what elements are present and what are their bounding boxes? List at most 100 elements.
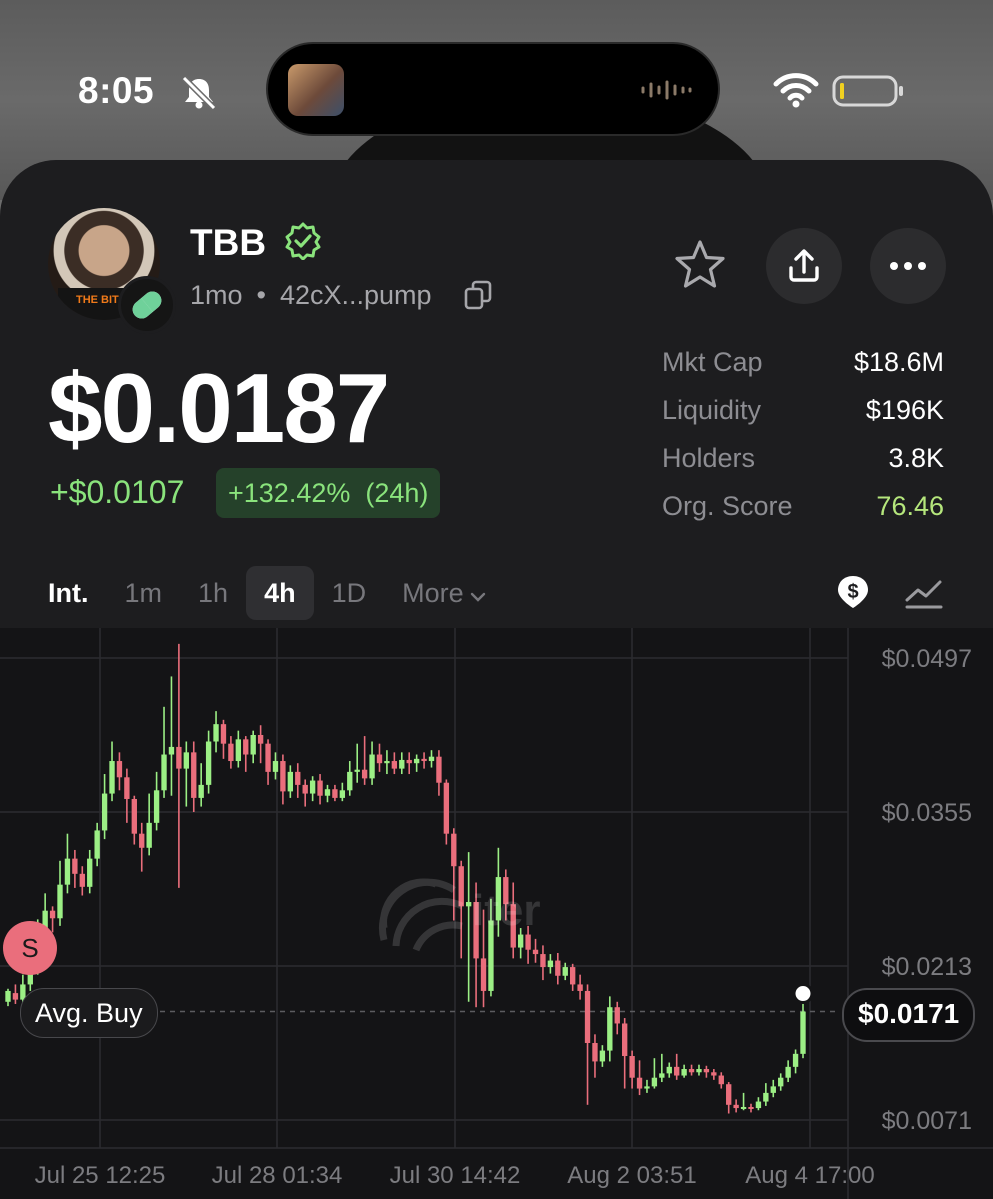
- share-button[interactable]: [766, 228, 842, 304]
- candle-body: [161, 754, 167, 791]
- timeframe-tabs: Int. 1m 1h 4h 1D More: [30, 566, 504, 620]
- stat-label: Mkt Cap: [662, 347, 763, 377]
- candle-body: [87, 858, 93, 887]
- candle-body: [413, 758, 420, 764]
- candle-body: [101, 793, 108, 831]
- candle-body: [72, 858, 78, 874]
- stat-market-cap: Mkt Cap $18.6M: [662, 340, 944, 388]
- candle-body: [139, 833, 145, 848]
- x-tick-label: Jul 30 14:42: [390, 1162, 521, 1189]
- candle-body: [740, 1106, 747, 1109]
- candle-body: [443, 782, 450, 834]
- token-name: TBB: [190, 222, 267, 263]
- candle-body: [235, 739, 242, 762]
- y-tick-label: $0.0355: [882, 799, 972, 827]
- avg-buy-label: Avg. Buy: [20, 988, 158, 1038]
- candle-body: [406, 759, 412, 764]
- tab-more[interactable]: More: [384, 566, 504, 620]
- candle-body: [131, 798, 137, 834]
- price-change-percent: +132.42%: [228, 478, 351, 508]
- candle-body: [243, 739, 249, 755]
- candle-body: [688, 1069, 695, 1073]
- candle-body: [792, 1053, 799, 1067]
- verified-icon: [285, 222, 321, 260]
- dollar-icon[interactable]: $: [836, 575, 870, 609]
- candle-body: [265, 743, 271, 772]
- last-price-dot: [792, 983, 814, 1005]
- price-change-period: (24h): [365, 478, 429, 508]
- stat-value: $196K: [865, 395, 944, 425]
- share-icon: [789, 249, 819, 282]
- candle-body: [733, 1104, 739, 1109]
- candle-body: [124, 777, 130, 799]
- pill-launchpad-badge: [118, 276, 176, 334]
- watermark-text: iter: [472, 886, 541, 935]
- candle-body: [569, 967, 576, 985]
- stat-value: 3.8K: [888, 443, 944, 473]
- candle-body: [153, 790, 160, 823]
- copy-icon[interactable]: [464, 280, 492, 310]
- dynamic-island[interactable]: [268, 44, 718, 134]
- token-meta: 1mo • 42cX...pump: [190, 280, 432, 310]
- candle-body: [614, 1007, 620, 1024]
- interval-label: Int.: [48, 578, 89, 608]
- candle-body: [547, 960, 554, 968]
- price-change-absolute: +$0.0107: [50, 474, 185, 510]
- candle-body: [800, 1011, 806, 1054]
- last-price-label: $0.0171: [842, 988, 976, 1042]
- token-age: 1mo: [190, 280, 243, 310]
- candle-body: [302, 784, 308, 794]
- candle-body: [726, 1084, 732, 1105]
- line-chart-icon[interactable]: [904, 576, 944, 610]
- candle-body: [778, 1077, 784, 1087]
- jupiter-watermark: iter: [376, 878, 626, 952]
- candle-body: [592, 1043, 598, 1062]
- token-price: $0.0187: [48, 353, 390, 463]
- price-change-badge: +132.42% (24h): [216, 468, 441, 518]
- tab-1m[interactable]: 1m: [107, 566, 181, 620]
- candle-body: [295, 771, 301, 785]
- stat-holders: Holders 3.8K: [662, 436, 944, 484]
- candle-body: [770, 1086, 776, 1093]
- x-tick-label: Aug 4 17:00: [745, 1162, 874, 1189]
- tab-4h[interactable]: 4h: [246, 566, 314, 620]
- stat-organic-score: Org. Score 76.46: [662, 484, 944, 532]
- candle-body: [584, 990, 591, 1043]
- candle-body: [347, 771, 353, 791]
- candle-body: [79, 873, 85, 887]
- candle-body: [64, 858, 71, 885]
- candle-body: [666, 1066, 672, 1074]
- token-address[interactable]: 42cX...pump: [280, 280, 432, 310]
- candle-body: [391, 761, 398, 769]
- chevron-down-icon: [470, 566, 486, 620]
- candle-body: [681, 1069, 687, 1076]
- candle-body: [644, 1086, 650, 1089]
- y-tick-label: $0.0497: [882, 645, 972, 673]
- candle-body: [376, 754, 383, 764]
- candle-body: [599, 1050, 606, 1062]
- candle-body: [636, 1077, 643, 1089]
- stat-label: Liquidity: [662, 395, 762, 425]
- tab-1h[interactable]: 1h: [180, 566, 246, 620]
- candle-body: [49, 910, 56, 919]
- sell-marker[interactable]: S: [3, 921, 57, 975]
- tab-more-label: More: [402, 578, 464, 608]
- candle-body: [718, 1075, 724, 1085]
- x-tick-label: Jul 25 12:25: [35, 1162, 166, 1189]
- candle-body: [384, 761, 390, 764]
- stat-label: Holders: [662, 443, 756, 473]
- candle-body: [540, 954, 546, 968]
- candle-body: [555, 960, 561, 976]
- star-icon[interactable]: [672, 238, 728, 294]
- price-chart[interactable]: $0.0497 $0.0355 $0.0213 $0.0071 Jul 25 12:25…: [0, 628, 993, 1199]
- candle-body: [755, 1101, 762, 1109]
- candle-body: [339, 790, 346, 798]
- candle-body: [399, 759, 405, 769]
- wifi-icon: [773, 73, 819, 108]
- candle-body: [629, 1056, 635, 1078]
- tab-1d[interactable]: 1D: [314, 566, 385, 620]
- candle-body: [205, 741, 212, 785]
- jupiter-logo-icon: [378, 878, 464, 952]
- stat-liquidity: Liquidity $196K: [662, 388, 944, 436]
- more-button[interactable]: [870, 228, 946, 304]
